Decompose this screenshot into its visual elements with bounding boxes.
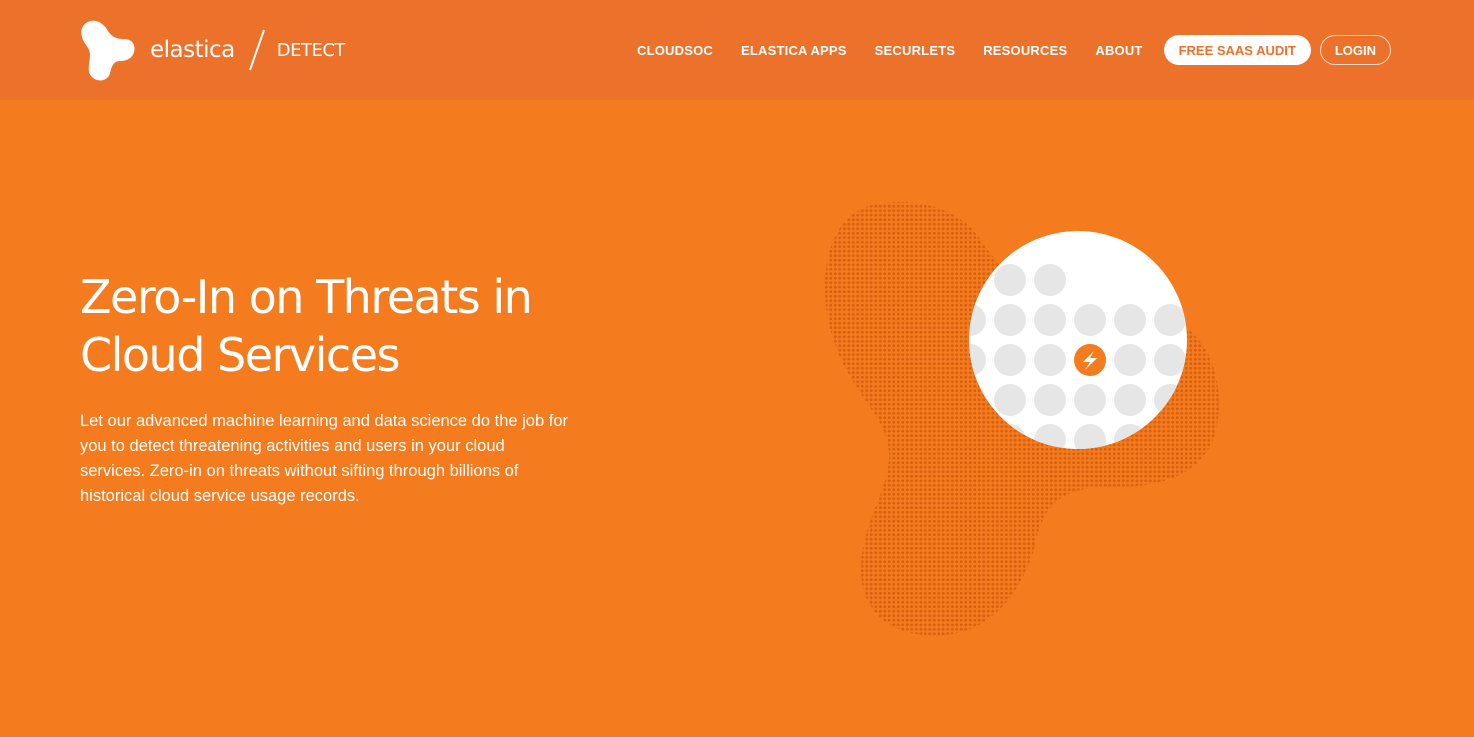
nav-link-elastica-apps[interactable]: ELASTICA APPS [741, 43, 847, 58]
nav-link-about[interactable]: ABOUT [1095, 43, 1142, 58]
dotted-blob-magnifier-icon [824, 202, 1219, 636]
elastica-logo-icon [81, 20, 135, 81]
free-saas-audit-button[interactable]: FREE SAAS AUDIT [1163, 35, 1311, 65]
brand-logo[interactable]: elastica DETECT [80, 18, 380, 82]
nav-link-resources[interactable]: RESOURCES [983, 43, 1067, 58]
slash-divider-icon [248, 29, 265, 71]
nav-link-securlets[interactable]: SECURLETS [875, 43, 956, 58]
hero-title: Zero-In on Threats in Cloud Services [80, 270, 533, 382]
site-header: elastica DETECT CLOUDSOC ELASTICA APPS S… [0, 0, 1474, 100]
magnifier-lens [969, 231, 1187, 449]
brand-name: elastica [150, 37, 235, 63]
main-nav: CLOUDSOC ELASTICA APPS SECURLETS RESOURC… [637, 35, 1391, 65]
lightning-bolt-icon [1074, 344, 1106, 376]
login-button[interactable]: LOGIN [1319, 35, 1391, 65]
hero-description: Let our advanced machine learning and da… [80, 412, 568, 505]
product-name: DETECT [276, 39, 346, 61]
nav-link-cloudsoc[interactable]: CLOUDSOC [637, 43, 713, 58]
